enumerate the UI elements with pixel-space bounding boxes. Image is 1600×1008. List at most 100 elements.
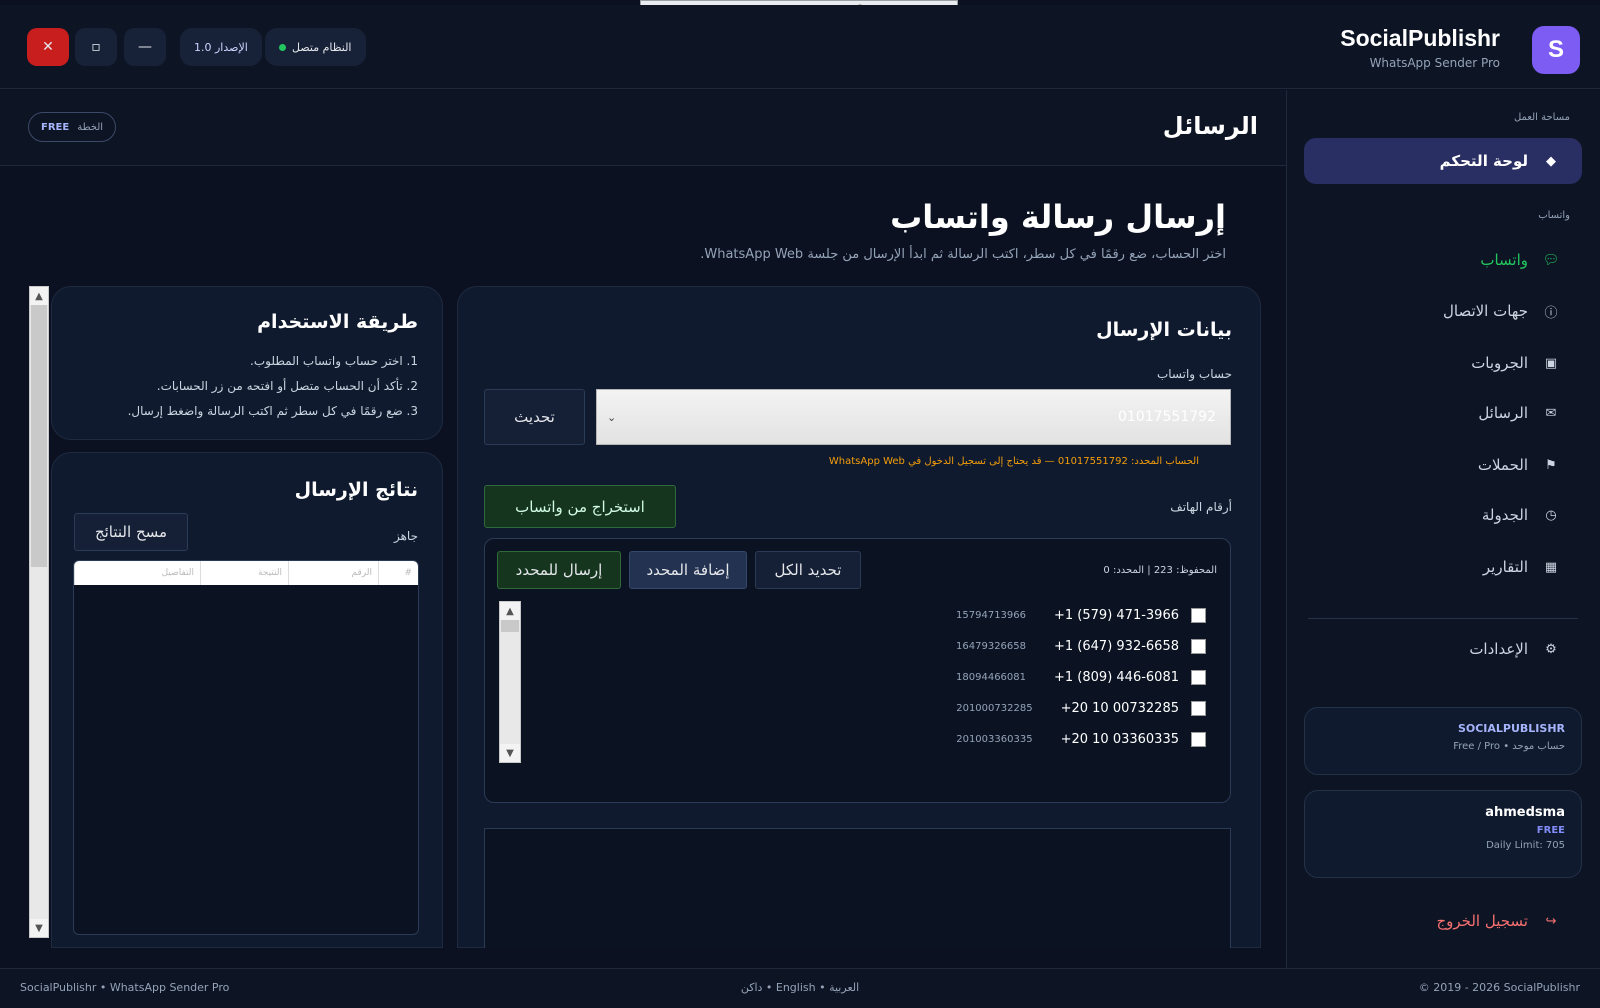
logout-button[interactable]: ↪ تسجيل الخروج [1304, 898, 1582, 944]
minimize-icon: — [138, 39, 152, 55]
phones-box: المحفوظ: 223 | المحدد: 0 تحديد الكل إضاف… [484, 538, 1231, 803]
workspace-label: مساحة العمل [1513, 112, 1570, 123]
phone-row[interactable]: +1 (579) 471-3966 15794713966 [956, 605, 1206, 625]
phone-checkbox[interactable] [1191, 731, 1206, 747]
info-icon: ⓘ [1544, 305, 1558, 321]
page-title: الرسائل [1162, 112, 1258, 140]
sidebar-item-campaigns[interactable]: ⚑ الحملات [1304, 442, 1582, 488]
close-icon: ✕ [42, 39, 54, 55]
logo-letter: S [1547, 36, 1564, 63]
plan-badge: FREE الخطة [28, 112, 117, 142]
clear-results-button[interactable]: مسح النتائج [74, 513, 188, 551]
main-heading: إرسال رسالة واتساب [890, 198, 1226, 236]
phone-raw: 18094466081 [956, 671, 1027, 683]
phone-number: +1 (809) 446-6081 [1054, 669, 1179, 685]
scroll-down-icon[interactable]: ▼ [500, 744, 520, 762]
add-selected-button[interactable]: إضافة المحدد [629, 551, 747, 589]
close-button[interactable]: ✕ [27, 28, 69, 66]
flag-icon: ⚑ [1545, 457, 1557, 473]
maximize-button[interactable]: ▫ [75, 28, 117, 66]
account-card: SOCIALPUBLISHR حساب موحد • Free / Pro [1304, 707, 1582, 775]
sidebar-item-reports[interactable]: ▦ التقارير [1304, 544, 1582, 590]
sidebar-item-label: الجروبات [1471, 354, 1528, 372]
diamond-icon: ◆ [1546, 153, 1556, 169]
footer: SocialPublishr • WhatsApp Sender Pro الع… [0, 968, 1600, 1008]
app-subtitle: WhatsApp Sender Pro [1369, 56, 1500, 70]
clock-icon: ◷ [1545, 507, 1557, 523]
howto-step: 2. تأكد أن الحساب متصل أو افتحه من زر ال… [156, 379, 418, 393]
gear-icon: ⚙ [1545, 641, 1557, 657]
extract-button[interactable]: استخراج من واتساب [484, 485, 676, 528]
sidebar-item-schedule[interactable]: ◷ الجدولة [1304, 492, 1582, 538]
brand: SocialPublishr WhatsApp Sender Pro [1340, 25, 1500, 70]
sidebar-item-label: جهات الاتصال [1442, 302, 1528, 320]
phone-number: +20 10 03360335 [1060, 731, 1179, 747]
account-warning: الحساب المحدد: 01017551792 — قد يحتاج إل… [828, 456, 1199, 467]
extract-label: استخراج من واتساب [515, 497, 645, 516]
footer-center[interactable]: العربية • English • داكن [0, 981, 1600, 994]
daily-limit: Daily Limit: 705 [1486, 840, 1565, 851]
app-header: ✕ ▫ — الإصدار 1.0 النظام متصل SocialPubl… [0, 5, 1600, 89]
refresh-label: تحديث [514, 408, 555, 426]
column-header: النتيجة [200, 561, 288, 585]
status-badge: النظام متصل [265, 28, 366, 66]
phones-scrollbar[interactable]: ▲ ▼ [499, 601, 521, 763]
username: ahmedsma [1485, 805, 1565, 820]
plan-label: الخطة [77, 121, 104, 133]
sidebar-item-dashboard[interactable]: ◆ لوحة التحكم [1304, 138, 1582, 184]
envelope-icon: ✉ [1545, 405, 1557, 421]
phone-checkbox[interactable] [1191, 638, 1206, 654]
column-header: التفاصيل [74, 561, 200, 585]
scroll-thumb[interactable] [501, 620, 519, 632]
logout-label: تسجيل الخروج [1436, 912, 1528, 930]
phone-checkbox[interactable] [1191, 700, 1206, 716]
results-table: # الرقم النتيجة التفاصيل [73, 560, 419, 935]
howto-panel: طريقة الاستخدام 1. اختر حساب واتساب المط… [51, 286, 443, 440]
message-textarea[interactable] [484, 828, 1231, 948]
scroll-up-icon[interactable]: ▲ [500, 602, 520, 620]
logout-icon: ↪ [1545, 913, 1557, 929]
user-card: ahmedsma FREE Daily Limit: 705 [1304, 790, 1582, 878]
send-selected-button[interactable]: إرسال للمحدد [497, 551, 621, 589]
account-select[interactable]: ⌄ 01017551792 [596, 389, 1231, 445]
status-dot-icon [279, 43, 286, 51]
phone-row[interactable]: +20 10 00732285 201000732285 [956, 698, 1206, 718]
sidebar-item-label: واتساب [1480, 251, 1528, 269]
howto-title: طريقة الاستخدام [257, 311, 418, 333]
phone-row[interactable]: +1 (809) 446-6081 18094466081 [956, 667, 1206, 687]
refresh-button[interactable]: تحديث [484, 389, 585, 445]
sidebar-item-label: الرسائل [1478, 404, 1528, 422]
sidebar-item-settings[interactable]: ⚙ الإعدادات [1304, 626, 1582, 672]
sidebar-item-messages[interactable]: ✉ الرسائل [1304, 390, 1582, 436]
status-text: النظام متصل [292, 40, 352, 54]
send-panel-title: بيانات الإرسال [1096, 319, 1232, 341]
results-table-header: # الرقم النتيجة التفاصيل [74, 561, 418, 585]
phone-row[interactable]: +20 10 03360335 201003360335 [956, 729, 1206, 749]
phone-checkbox[interactable] [1191, 607, 1206, 623]
app-window: ⚙ ▭ ↖ □ ⛶ ◉2 ☺ ⊖ ‹ ✕ ▫ — الإصدار 1.0 الن… [0, 0, 1600, 1008]
app-logo: S [1532, 26, 1580, 74]
page-scrollbar[interactable]: ▲ ▼ [29, 286, 49, 938]
phone-row[interactable]: +1 (647) 932-6658 16479326658 [956, 636, 1206, 656]
account-brand: SOCIALPUBLISHR [1457, 722, 1565, 735]
sidebar-item-groups[interactable]: ▣ الجروبات [1304, 340, 1582, 386]
select-all-button[interactable]: تحديد الكل [755, 551, 861, 589]
scroll-down-icon[interactable]: ▼ [30, 919, 48, 937]
group-icon: ▣ [1544, 355, 1558, 371]
scroll-thumb[interactable] [31, 305, 47, 567]
howto-step: 3. ضع رقمًا في كل سطر ثم اكتب الرسالة وا… [127, 404, 418, 418]
report-icon: ▦ [1544, 559, 1558, 575]
minimize-button[interactable]: — [124, 28, 166, 66]
phone-raw: 15794713966 [956, 609, 1027, 621]
sidebar-item-contacts[interactable]: ⓘ جهات الاتصال [1304, 288, 1582, 334]
plan-value: FREE [41, 121, 70, 133]
version-badge: الإصدار 1.0 [180, 28, 262, 66]
phone-number: +1 (647) 932-6658 [1054, 638, 1179, 654]
sidebar-item-label: التقارير [1482, 558, 1528, 576]
sidebar-item-label: الحملات [1477, 456, 1528, 474]
scroll-up-icon[interactable]: ▲ [30, 287, 48, 305]
phone-checkbox[interactable] [1191, 669, 1206, 685]
sidebar-item-whatsapp[interactable]: 💬︎ واتساب [1304, 237, 1582, 283]
account-label: حساب واتساب [1156, 367, 1232, 381]
column-header: # [378, 561, 418, 585]
